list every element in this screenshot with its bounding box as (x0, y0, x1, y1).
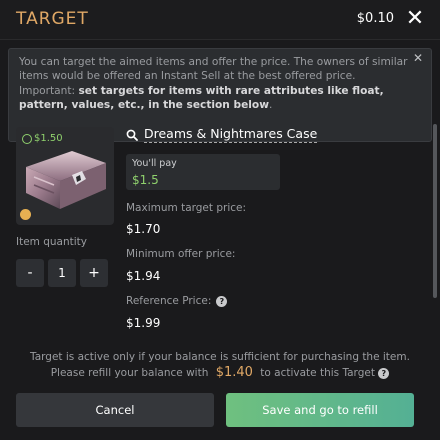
quantity-label: Item quantity (16, 236, 88, 248)
activation-note-line2: Please refill your balance with $1.40 to… (0, 365, 440, 381)
min-offer-label-text: Minimum offer price: (126, 248, 236, 260)
activation-note-line1: Target is active only if your balance is… (30, 351, 410, 363)
quantity-decrease-button[interactable]: - (16, 259, 44, 287)
scrollbar-thumb[interactable] (433, 124, 437, 298)
balance-display: $0.10 (356, 11, 394, 26)
item-name-link[interactable]: Dreams & Nightmares Case (144, 126, 318, 143)
modal-title: TARGET (16, 9, 89, 29)
refill-help-icon[interactable]: ? (378, 368, 390, 379)
max-price-label-text: Maximum target price: (126, 202, 247, 214)
quantity-increase-button[interactable]: + (80, 259, 108, 287)
item-image-card: $1.50 (16, 127, 114, 225)
search-icon (126, 129, 138, 141)
refill-amount: $1.40 (215, 365, 253, 380)
item-price-badge: $1.50 (22, 133, 63, 144)
reference-price-value: $1.99 (126, 316, 161, 330)
cancel-button[interactable]: Cancel (16, 393, 214, 427)
min-offer-value[interactable]: $1.94 (126, 269, 160, 283)
item-search-row[interactable]: Dreams & Nightmares Case (126, 126, 318, 143)
rarity-dot-icon (20, 209, 31, 220)
quantity-value[interactable]: 1 (48, 259, 76, 287)
reference-price-label: Reference Price: ? (126, 295, 228, 307)
refill-text-after: to activate this Target (260, 367, 375, 379)
notice-close-icon[interactable]: ✕ (411, 51, 425, 65)
max-price-label: Maximum target price: (126, 202, 246, 214)
price-tag-icon (22, 133, 32, 144)
close-icon[interactable]: ✕ (402, 6, 428, 32)
notice-end: . (269, 99, 273, 112)
activation-note: Target is active only if your balance is… (0, 349, 440, 381)
reference-price-label-text: Reference Price: (126, 295, 212, 307)
help-icon[interactable]: ? (216, 295, 228, 307)
you-pay-box: You'll pay $1.5 (126, 154, 280, 190)
refill-text-before: Please refill your balance with (50, 367, 209, 379)
item-price: $1.50 (34, 133, 63, 144)
you-pay-value: $1.5 (132, 173, 159, 187)
modal-header: TARGET $0.10 ✕ (0, 0, 440, 40)
max-price-value[interactable]: $1.70 (126, 222, 160, 236)
save-and-refill-button[interactable]: Save and go to refill (226, 393, 414, 427)
min-offer-label: Minimum offer price: (126, 248, 235, 260)
you-pay-label: You'll pay (132, 158, 177, 169)
